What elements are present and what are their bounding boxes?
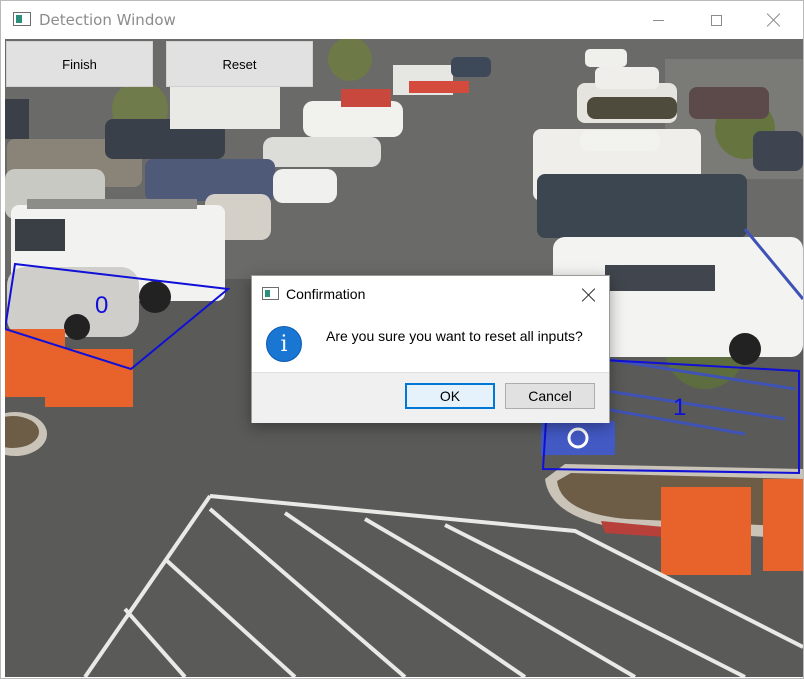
minimize-icon: [652, 19, 664, 21]
maximize-icon: [710, 14, 722, 26]
reset-button[interactable]: Reset: [166, 41, 313, 87]
minimize-button[interactable]: [629, 1, 687, 39]
dialog-footer: OK Cancel: [252, 372, 609, 423]
detection-window: Detection Window 0 1 Finish Reset Confir…: [0, 0, 804, 679]
title-bar[interactable]: Detection Window: [1, 1, 803, 39]
maximize-button[interactable]: [687, 1, 745, 39]
parked-car: [5, 99, 29, 139]
tree: [328, 39, 372, 81]
confirmation-dialog: Confirmation i Are you sure you want to …: [251, 275, 610, 423]
dialog-title-bar[interactable]: Confirmation: [252, 276, 609, 312]
region-label-0: 0: [95, 292, 108, 319]
close-icon: [767, 13, 781, 27]
region-label-1: 1: [673, 394, 686, 421]
shopping-carts-right: [661, 479, 803, 575]
info-icon: i: [266, 326, 302, 362]
close-button[interactable]: [745, 1, 803, 39]
handicap-symbol: [541, 421, 615, 455]
window-title: Detection Window: [39, 11, 176, 29]
dark-suv: [537, 174, 747, 238]
dialog-title: Confirmation: [286, 286, 366, 302]
finish-button[interactable]: Finish: [6, 41, 153, 87]
dialog-close-icon[interactable]: [570, 282, 608, 308]
parked-car: [341, 89, 391, 107]
app-window-icon: [13, 12, 31, 26]
cancel-button[interactable]: Cancel: [505, 383, 595, 409]
parked-car: [273, 169, 337, 203]
parked-car: [263, 137, 381, 167]
ok-button[interactable]: OK: [405, 383, 495, 409]
dialog-message: Are you sure you want to reset all input…: [326, 328, 583, 344]
dialog-app-icon: [262, 287, 279, 300]
box-truck: [170, 87, 280, 129]
